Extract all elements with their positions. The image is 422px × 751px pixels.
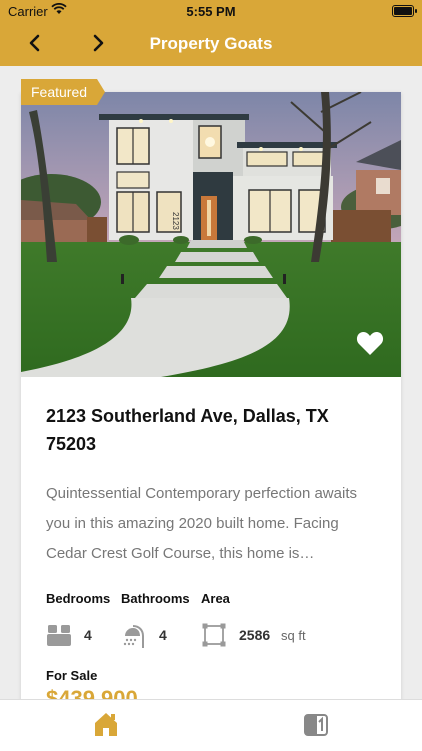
area-value: 2586 <box>239 627 271 643</box>
shower-icon <box>123 625 144 648</box>
bedrooms-value: 4 <box>84 627 92 643</box>
tab-bar <box>0 699 422 751</box>
clock: 5:55 PM <box>186 4 236 19</box>
property-photo[interactable]: 2123 <box>21 92 401 377</box>
bathrooms-label: Bathrooms <box>121 591 190 606</box>
page-title: Property Goats <box>149 34 273 53</box>
featured-label: Featured <box>31 84 88 100</box>
area-unit: sq ft <box>281 628 306 643</box>
area-icon <box>202 623 226 647</box>
home-icon[interactable] <box>92 710 120 738</box>
bed-icon <box>47 625 71 646</box>
area-label: Area <box>201 591 230 606</box>
listing-status: For Sale <box>46 668 98 683</box>
compare-icon[interactable] <box>302 710 330 738</box>
status-bar: Carrier 5:55 PM <box>0 0 422 22</box>
featured-badge: Featured <box>21 79 105 105</box>
navigation-bar: Property Goats <box>0 22 422 66</box>
property-address[interactable]: 2123 Southerland Ave, Dallas, TX 75203 <box>46 402 366 458</box>
property-description: Quintessential Contemporary perfection a… <box>46 485 357 562</box>
house-number: 2123 <box>171 212 180 230</box>
listing-card[interactable]: 2123 2123 Southerland Ave, Dallas, TX 75… <box>21 92 401 702</box>
heart-icon[interactable] <box>356 330 384 356</box>
bathrooms-value: 4 <box>159 627 167 643</box>
bedrooms-label: Bedrooms <box>46 591 111 606</box>
battery-icon <box>392 5 417 17</box>
